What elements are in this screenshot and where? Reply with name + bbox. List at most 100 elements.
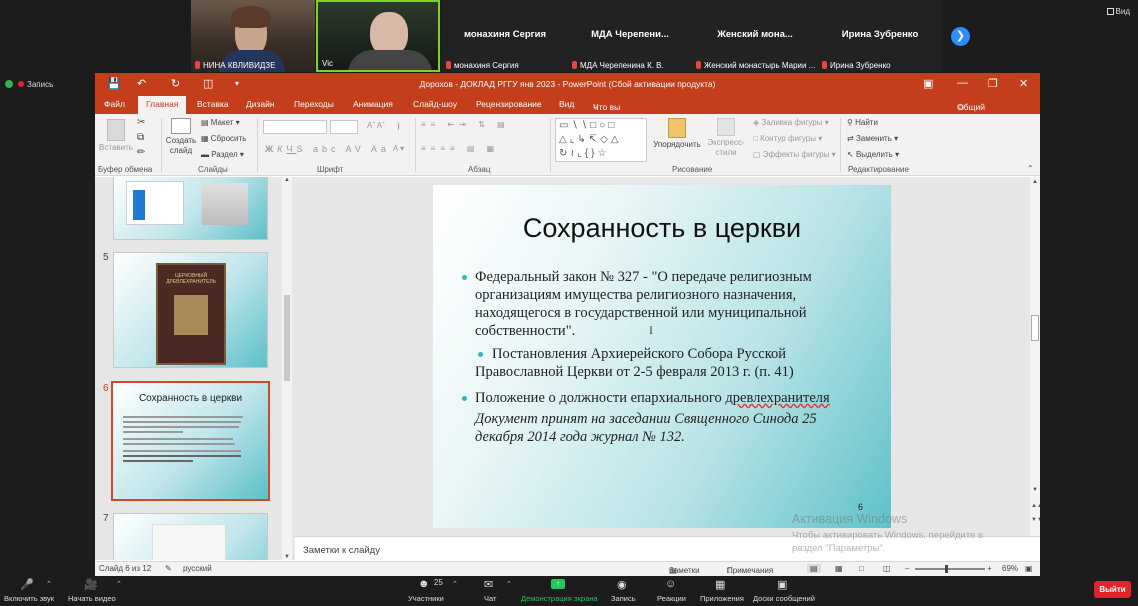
find-button[interactable]: ⚲ Найти (847, 118, 878, 127)
mic-muted-icon (822, 61, 827, 69)
font-name-dropdown[interactable] (263, 120, 327, 134)
slide-scrollbar[interactable]: ▲ ▼ ▲▲ ▼▼ (1030, 177, 1040, 536)
zoom-level[interactable]: 69% (1002, 564, 1018, 573)
replace-button[interactable]: ⇄ Заменить ▾ (847, 134, 898, 143)
slide-thumbnail-4[interactable] (113, 177, 268, 240)
bullet-1-line-4[interactable]: собственности". (475, 322, 575, 340)
slide-thumbnail-7[interactable] (113, 513, 268, 560)
shape-fill-button[interactable]: ◈ Заливка фигуры ▾ (753, 118, 829, 127)
ribbon: Вставить ✂ ⧉ ✏ Буфер обмена Создать слайд… (95, 114, 1040, 176)
arrange-button[interactable]: Упорядочить (651, 118, 703, 149)
bullet-2-line-1[interactable]: Постановления Архиерейского Собора Русск… (492, 345, 786, 363)
apps-button[interactable]: ▦ Приложения (698, 576, 744, 606)
next-page-arrow-icon[interactable]: ❯ (951, 27, 970, 46)
participant-name: Vic (322, 59, 333, 68)
leave-button[interactable]: Выйти (1094, 581, 1131, 598)
chevron-up-icon[interactable]: ⌃ (116, 580, 122, 588)
scroll-thumb[interactable] (1031, 315, 1039, 341)
collapse-ribbon-icon[interactable]: ⌃ (1027, 164, 1034, 173)
slide-page-number: 6 (858, 502, 864, 512)
participants-button[interactable]: ☻ 25 ⌃ Участники (406, 576, 458, 606)
participant-tile-sergia[interactable]: монахиня Сергия монахиня Сергия (442, 0, 568, 72)
tab-insert[interactable]: Вставка (197, 99, 229, 109)
shape-outline-button[interactable]: □ Контур фигуры ▾ (753, 134, 822, 143)
select-button[interactable]: ↖ Выделить ▾ (847, 150, 899, 159)
current-slide[interactable]: Сохранность в церкви Федеральный закон №… (433, 185, 891, 528)
whiteboards-button[interactable]: ▣ Доски сообщений (752, 576, 816, 606)
reset-button[interactable]: ▦ Сбросить (201, 134, 246, 143)
font-grow-icon[interactable]: Aˆ Aˇ (367, 121, 385, 130)
participant-tile-nina[interactable]: НИНА КВЛИВИДЗЕ (191, 0, 315, 72)
copy-icon[interactable]: ⧉ (137, 132, 144, 143)
layout-icon: ▤ (201, 118, 211, 127)
slide-sorter-icon[interactable]: ▦ (835, 564, 843, 573)
slideshow-view-icon[interactable]: ◫ (883, 564, 891, 573)
tab-slideshow[interactable]: Слайд-шоу (413, 99, 457, 109)
apps-icon: ▦ (715, 579, 726, 591)
list-icons[interactable]: ≡≡ ⇤⇥ ⇅ ▤ (421, 120, 510, 129)
minimize-icon[interactable]: — (957, 77, 968, 89)
thumbnails-scrollbar[interactable]: ▲ ▼ (282, 177, 292, 560)
slide-title[interactable]: Сохранность в церкви (433, 213, 891, 244)
restore-icon[interactable]: ❐ (988, 77, 998, 90)
tab-transitions[interactable]: Переходы (294, 99, 334, 109)
slide-thumbnail-5[interactable]: ЦЕРКОВНЫЙ ДРЕВЛЕХРАНИТЕЛЬ (113, 252, 268, 368)
language-indicator[interactable]: русский (183, 564, 212, 573)
bullet-1-line-2[interactable]: организациям имущества религиозного назн… (475, 286, 796, 304)
participant-tile-monastery[interactable]: Женский мона... Женский монастырь Марии … (692, 0, 818, 72)
paste-button[interactable]: Вставить (99, 119, 133, 152)
bullet-3-line-1[interactable]: Положение о должности епархиального древ… (475, 389, 830, 407)
zoom-slider-thumb[interactable] (945, 565, 948, 573)
prev-slide-icon[interactable]: ▲▲ (1031, 503, 1040, 509)
reactions-button[interactable]: ☺ Реакции (654, 576, 688, 606)
tab-review[interactable]: Рецензирование (476, 99, 542, 109)
slide-thumbnail-6-selected[interactable]: Сохранность в церкви (111, 381, 270, 501)
layout-button[interactable]: ▤ Макет ▾ (201, 118, 240, 127)
tab-file[interactable]: Файл (104, 99, 125, 109)
chevron-up-icon[interactable]: ⌃ (46, 580, 52, 588)
next-slide-icon[interactable]: ▼▼ (1031, 517, 1040, 523)
chevron-up-icon[interactable]: ⌃ (452, 580, 458, 588)
participant-tile-zubrenko[interactable]: Ирина Зубренко Ирина Зубренко (818, 0, 942, 72)
zoom-out-icon[interactable]: – (905, 564, 909, 573)
zoom-in-icon[interactable]: + (987, 564, 992, 573)
participant-tile-mda[interactable]: МДА Черепени... МДА Черепенина К. В. (568, 0, 692, 72)
section-button[interactable]: ▬ Раздел ▾ (201, 150, 244, 159)
close-icon[interactable]: ✕ (1019, 77, 1028, 90)
quick-styles-button[interactable]: Экспресс-стили (703, 118, 749, 158)
new-slide-button[interactable]: Создать слайд (165, 118, 197, 156)
bullet-1-line-1[interactable]: Федеральный закон № 327 - "О передаче ре… (475, 268, 812, 286)
align-icons[interactable]: ≡≡≡≡ ▤ ▦ (421, 144, 499, 153)
spellcheck-icon[interactable]: ✎ (165, 564, 172, 573)
shapes-gallery[interactable]: ▭∖∖□○□ △⌞↳↸◇△ ↻≀⌞{}☆ (555, 118, 647, 162)
start-video-button[interactable]: 🎥 ⌃ Начать видео (68, 576, 122, 606)
tab-animations[interactable]: Анимация (353, 99, 393, 109)
reading-view-icon[interactable]: □ (859, 564, 864, 573)
normal-view-icon[interactable]: ▤ (807, 564, 821, 573)
mute-button[interactable]: 🎤 ⌃ Включить звук (4, 576, 54, 606)
ribbon-display-icon[interactable]: ▣ (923, 77, 933, 90)
view-button[interactable]: Вид (1106, 7, 1130, 16)
cut-icon[interactable]: ✂ (137, 117, 145, 128)
format-painter-icon[interactable]: ✏ (137, 147, 145, 158)
tab-design[interactable]: Дизайн (246, 99, 275, 109)
record-button[interactable]: ◉ Запись (608, 576, 638, 606)
fit-slide-icon[interactable]: ▣ (1025, 564, 1033, 573)
bullet-2-line-2[interactable]: Православной Церкви от 2-5 февраля 2013 … (475, 363, 794, 381)
bullet-3-line-2[interactable]: Документ принят на заседании Священного … (475, 410, 817, 428)
chevron-up-icon[interactable]: ⌃ (506, 580, 512, 588)
tab-view[interactable]: Вид (559, 99, 574, 109)
shape-effects-button[interactable]: ▢ Эффекты фигуры ▾ (753, 150, 836, 159)
font-size-dropdown[interactable] (330, 120, 358, 134)
chat-button[interactable]: ✉ ⌃ Чат (478, 576, 518, 606)
bullet-3-line-3[interactable]: декабря 2014 года журнал № 132. (475, 428, 685, 446)
share-screen-button[interactable]: ↑ Демонстрация экрана (521, 576, 598, 606)
tab-home[interactable]: Главная (138, 96, 187, 114)
bullet-1-line-3[interactable]: находящегося в государственной или муниц… (475, 304, 807, 322)
scroll-thumb[interactable] (284, 295, 290, 381)
font-color-icon[interactable]: A ▾ (393, 144, 404, 153)
participant-tile-vic[interactable]: Vic (316, 0, 440, 72)
clear-format-icon[interactable]: ⦘ (397, 121, 400, 131)
zoom-slider[interactable] (915, 565, 985, 573)
font-style-icons[interactable]: ЖКЧS abc AV Aa (265, 144, 390, 154)
